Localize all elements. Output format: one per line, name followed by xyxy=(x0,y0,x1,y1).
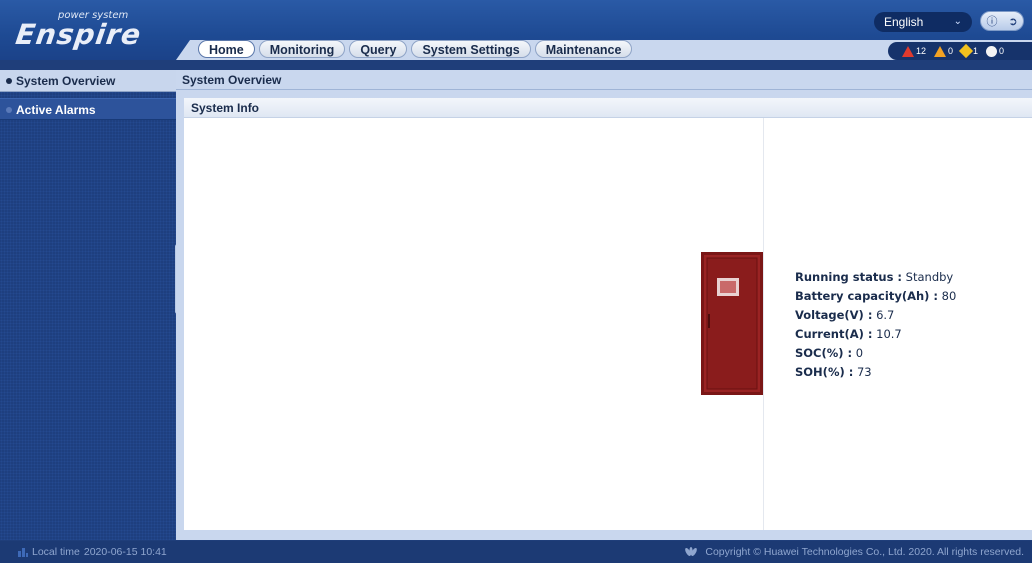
system-info-panel: Running status : Standby Battery capacit… xyxy=(184,118,1032,530)
chevron-down-icon: ⌄ xyxy=(953,16,962,27)
major-alarm-value: 0 xyxy=(948,46,954,56)
system-info-list: Running status : Standby Battery capacit… xyxy=(795,268,956,382)
language-select[interactable]: English ⌄ xyxy=(874,12,972,32)
critical-alarm-icon xyxy=(902,45,914,57)
panel-title: System Info xyxy=(184,98,1032,118)
info-soc: SOC(%) : 0 xyxy=(795,344,956,363)
local-time: Local time 2020-06-15 10:41 xyxy=(18,541,167,563)
info-label: Battery capacity(Ah) : xyxy=(795,289,939,303)
info-value: Standby xyxy=(905,270,954,284)
info-voltage: Voltage(V) : 6.7 xyxy=(795,306,956,325)
local-time-label: Local time xyxy=(32,546,80,558)
tab-query[interactable]: Query xyxy=(349,40,408,58)
minor-alarm-count[interactable]: 1 xyxy=(958,43,979,59)
major-alarm-count[interactable]: 0 xyxy=(934,45,954,57)
sidebar-item-label: System Overview xyxy=(16,74,116,88)
local-time-value: 2020-06-15 10:41 xyxy=(83,546,167,558)
alarm-summary: 12 0 1 0 xyxy=(888,42,1032,60)
info-value: 73 xyxy=(856,365,872,379)
copyright: Copyright © Huawei Technologies Co., Ltd… xyxy=(683,541,1024,563)
info-label: Current(A) : xyxy=(795,327,873,341)
info-label: SOH(%) : xyxy=(795,365,854,379)
info-value: 10.7 xyxy=(876,327,902,341)
sidebar: System Overview Active Alarms xyxy=(0,70,176,540)
huawei-logo-icon xyxy=(685,547,698,557)
info-label: SOC(%) : xyxy=(795,346,853,360)
enspire-logo: power system Enspire xyxy=(13,8,154,51)
language-value: English xyxy=(884,15,924,29)
info-value: 0 xyxy=(855,346,864,360)
warning-alarm-icon xyxy=(986,45,998,57)
main-tabs: Home Monitoring Query System Settings Ma… xyxy=(198,40,633,60)
tab-monitoring[interactable]: Monitoring xyxy=(258,40,346,58)
bullet-icon xyxy=(6,78,12,84)
info-value: 6.7 xyxy=(876,308,895,322)
minor-alarm-value: 1 xyxy=(973,46,979,56)
critical-alarm-value: 12 xyxy=(916,46,927,56)
info-value: 80 xyxy=(941,289,957,303)
time-icon xyxy=(18,548,28,557)
sidebar-item-label: Active Alarms xyxy=(16,103,96,117)
battery-cabinet-image xyxy=(701,252,763,395)
warning-alarm-count[interactable]: 0 xyxy=(986,45,1005,57)
header-icon-group: ⓘ ➲ xyxy=(980,11,1024,31)
critical-alarm-count[interactable]: 12 xyxy=(902,45,927,57)
info-label: Voltage(V) : xyxy=(795,308,873,322)
tab-home[interactable]: Home xyxy=(198,40,255,58)
main-content: System Overview System Info Running stat… xyxy=(176,70,1032,540)
minor-alarm-icon xyxy=(958,43,974,59)
info-soh: SOH(%) : 73 xyxy=(795,363,956,382)
info-running-status: Running status : Standby xyxy=(795,268,956,287)
logo-title: Enspire xyxy=(13,18,144,51)
info-label: Running status : xyxy=(795,270,903,284)
warning-alarm-value: 0 xyxy=(999,46,1005,56)
copyright-text: Copyright © Huawei Technologies Co., Ltd… xyxy=(705,546,1024,558)
tab-system-settings[interactable]: System Settings xyxy=(411,40,531,58)
tab-maintenance[interactable]: Maintenance xyxy=(534,40,633,58)
major-alarm-icon xyxy=(934,45,947,57)
sidebar-item-system-overview[interactable]: System Overview xyxy=(0,70,176,92)
info-icon[interactable]: ⓘ xyxy=(986,13,997,29)
breadcrumb: System Overview xyxy=(176,70,1032,90)
info-battery-capacity: Battery capacity(Ah) : 80 xyxy=(795,287,956,306)
bullet-icon xyxy=(6,107,12,113)
sidebar-item-active-alarms[interactable]: Active Alarms xyxy=(0,98,176,120)
logout-icon[interactable]: ➲ xyxy=(1008,15,1017,28)
info-current: Current(A) : 10.7 xyxy=(795,325,956,344)
panel-divider xyxy=(763,118,764,530)
footer-bar: Local time 2020-06-15 10:41 Copyright © … xyxy=(0,541,1032,563)
